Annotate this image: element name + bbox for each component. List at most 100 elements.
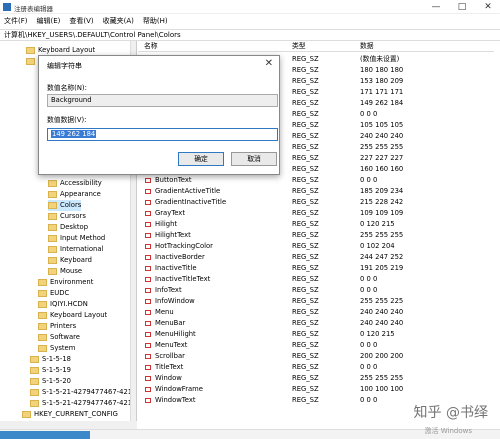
value-data: 0 0 0: [360, 363, 378, 371]
value-data: 255 255 255: [360, 231, 404, 239]
value-data: 227 227 227: [360, 154, 404, 162]
list-row[interactable]: InfoWindow REG_SZ 255 255 225: [138, 296, 494, 307]
menu-favorites[interactable]: 收藏夹(A): [103, 16, 134, 26]
folder-icon: [38, 334, 47, 341]
minimize-button[interactable]: —: [430, 1, 442, 13]
cancel-button[interactable]: 取消: [231, 152, 277, 166]
list-row[interactable]: TitleText REG_SZ 0 0 0: [138, 362, 494, 373]
dialog-close-icon[interactable]: ✕: [265, 58, 273, 69]
value-type: REG_SZ: [292, 77, 319, 85]
value-type: REG_SZ: [292, 385, 319, 393]
tree-item[interactable]: Colors: [48, 200, 82, 211]
value-data: 0 120 215: [360, 330, 395, 338]
value-type: REG_SZ: [292, 308, 319, 316]
column-name-header[interactable]: 名称: [144, 41, 158, 51]
taskbar-fragment: [0, 431, 90, 439]
tree-item[interactable]: S-1-5-18: [30, 354, 71, 365]
tree-item[interactable]: S-1-5-19: [30, 365, 71, 376]
tree-item[interactable]: Keyboard: [48, 255, 92, 266]
list-row[interactable]: InactiveBorder REG_SZ 244 247 252: [138, 252, 494, 263]
value-name: Hilight: [155, 220, 178, 228]
list-row[interactable]: WindowFrame REG_SZ 100 100 100: [138, 384, 494, 395]
menu-file[interactable]: 文件(F): [4, 16, 28, 26]
close-button[interactable]: ✕: [482, 1, 494, 13]
value-type: REG_SZ: [292, 264, 319, 272]
value-type: REG_SZ: [292, 275, 319, 283]
tree-item[interactable]: Software: [38, 332, 80, 343]
value-name: GrayText: [155, 209, 185, 217]
list-row[interactable]: Window REG_SZ 255 255 255: [138, 373, 494, 384]
address-bar[interactable]: 计算机\HKEY_USERS\.DEFAULT\Control Panel\Co…: [0, 29, 500, 41]
value-type: REG_SZ: [292, 88, 319, 96]
value-type: REG_SZ: [292, 220, 319, 228]
string-value-icon: [145, 299, 151, 304]
list-row[interactable]: HotTrackingColor REG_SZ 0 102 204: [138, 241, 494, 252]
menu-bar: 文件(F) 编辑(E) 查看(V) 收藏夹(A) 帮助(H): [0, 14, 500, 28]
tree-item[interactable]: International: [48, 244, 103, 255]
value-data: 0 0 0: [360, 275, 378, 283]
value-data: 255 255 255: [360, 374, 404, 382]
value-data: 240 240 240: [360, 308, 404, 316]
maximize-button[interactable]: □: [456, 1, 468, 13]
value-name: TitleText: [155, 363, 184, 371]
string-value-icon: [145, 255, 151, 260]
list-row[interactable]: MenuText REG_SZ 0 0 0: [138, 340, 494, 351]
tree-item[interactable]: Mouse: [48, 266, 82, 277]
tree-item[interactable]: S-1-5-21-4279477467-421: [30, 387, 132, 398]
tree-item[interactable]: Appearance: [48, 189, 101, 200]
list-row[interactable]: Menu REG_SZ 240 240 240: [138, 307, 494, 318]
tree-item[interactable]: EUDC: [38, 288, 69, 299]
ok-button[interactable]: 确定: [178, 152, 224, 166]
value-type: REG_SZ: [292, 143, 319, 151]
tree-item[interactable]: Printers: [38, 321, 76, 332]
list-row[interactable]: MenuHilight REG_SZ 0 120 215: [138, 329, 494, 340]
list-row[interactable]: ButtonText REG_SZ 0 0 0: [138, 175, 494, 186]
string-value-icon: [145, 189, 151, 194]
tree-item-label: Input Method: [60, 234, 106, 242]
tree-item[interactable]: S-1-5-21-4279477467-421: [30, 398, 132, 409]
tree-item[interactable]: S-1-5-20: [30, 376, 71, 387]
list-row[interactable]: InfoText REG_SZ 0 0 0: [138, 285, 494, 296]
tree-item[interactable]: Environment: [38, 277, 93, 288]
value-data: 100 100 100: [360, 385, 404, 393]
value-data: 191 205 219: [360, 264, 404, 272]
tree-item[interactable]: Cursors: [48, 211, 86, 222]
string-value-icon: [145, 277, 151, 282]
string-value-icon: [145, 233, 151, 238]
tree-item-label: System: [50, 344, 76, 352]
list-row[interactable]: GradientInactiveTitle REG_SZ 215 228 242: [138, 197, 494, 208]
tree-item[interactable]: HKEY_CURRENT_CONFIG: [22, 409, 118, 420]
tree-item[interactable]: Accessibility: [48, 178, 102, 189]
value-name: ButtonText: [155, 176, 192, 184]
value-name-field[interactable]: Background: [47, 94, 278, 107]
list-row[interactable]: Scrollbar REG_SZ 200 200 200: [138, 351, 494, 362]
tree-item-label: S-1-5-19: [42, 366, 71, 374]
tree-item[interactable]: IQIYI.HCDN: [38, 299, 88, 310]
menu-view[interactable]: 查看(V): [69, 16, 93, 26]
tree-horizontal-scrollbar[interactable]: [0, 421, 137, 429]
value-name: Menu: [155, 308, 174, 316]
value-data: 105 105 105: [360, 121, 404, 129]
column-data-header[interactable]: 数据: [360, 41, 374, 51]
tree-item[interactable]: System: [38, 343, 75, 354]
column-type-header[interactable]: 类型: [292, 41, 306, 51]
window-title: 注册表编辑器: [14, 5, 53, 13]
list-row[interactable]: InactiveTitle REG_SZ 191 205 219: [138, 263, 494, 274]
list-row[interactable]: HilightText REG_SZ 255 255 255: [138, 230, 494, 241]
value-name: InfoText: [155, 286, 182, 294]
list-row[interactable]: GradientActiveTitle REG_SZ 185 209 234: [138, 186, 494, 197]
menu-help[interactable]: 帮助(H): [143, 16, 168, 26]
folder-icon: [30, 378, 39, 385]
value-name-label: 数值名称(N):: [47, 84, 87, 92]
menu-edit[interactable]: 编辑(E): [37, 16, 61, 26]
string-value-icon: [145, 200, 151, 205]
list-row[interactable]: Hilight REG_SZ 0 120 215: [138, 219, 494, 230]
tree-item[interactable]: Input Method: [48, 233, 105, 244]
value-data-field[interactable]: 149 262 184: [47, 128, 278, 141]
value-data: 240 240 240: [360, 319, 404, 327]
list-row[interactable]: GrayText REG_SZ 109 109 109: [138, 208, 494, 219]
tree-item[interactable]: Keyboard Layout: [38, 310, 107, 321]
list-row[interactable]: InactiveTitleText REG_SZ 0 0 0: [138, 274, 494, 285]
tree-item[interactable]: Desktop: [48, 222, 88, 233]
list-row[interactable]: MenuBar REG_SZ 240 240 240: [138, 318, 494, 329]
